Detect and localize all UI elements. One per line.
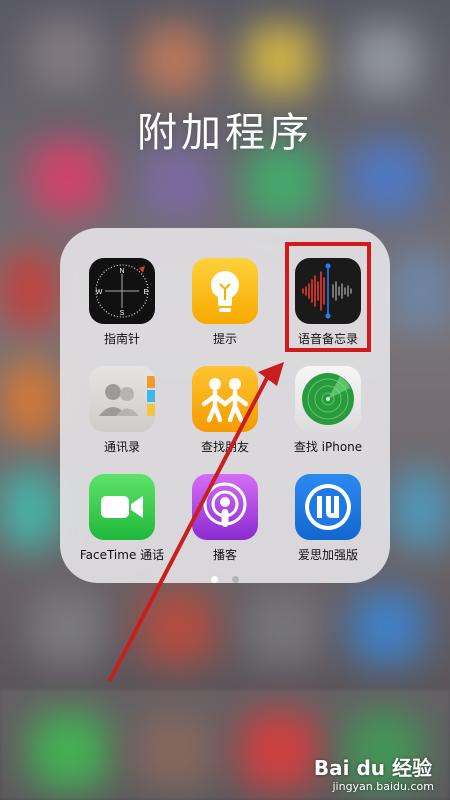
annotation-arrow <box>108 362 284 682</box>
baidu-jingyan-logo: Bai du 经验 <box>313 756 432 780</box>
watermark-url: jingyan.baidu.com <box>332 780 434 793</box>
